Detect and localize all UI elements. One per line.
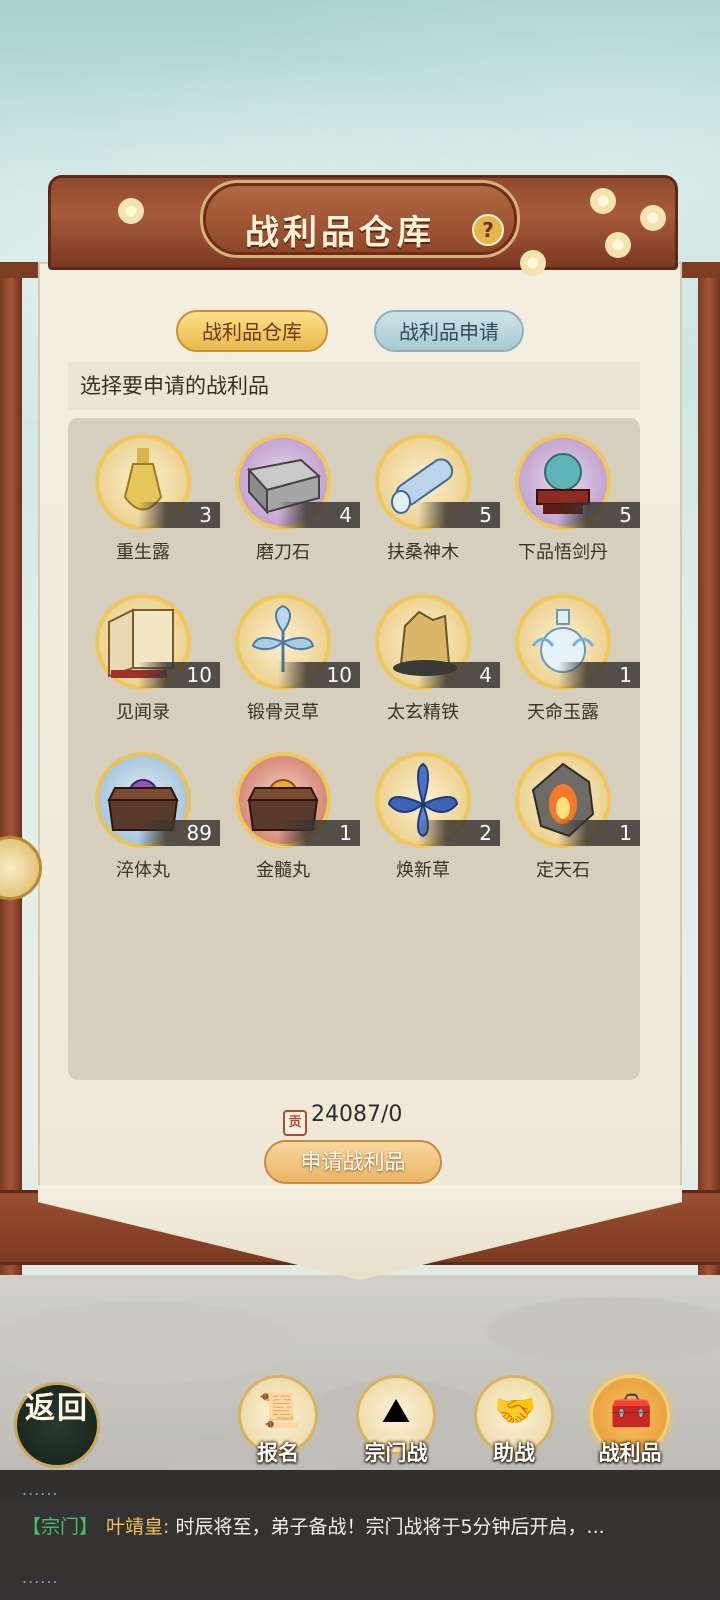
contribution-balance: 贡 24087/0 [283,1098,443,1136]
scroll-brush-icon: 📜 [258,1391,301,1431]
plum-blossom-icon [118,198,144,224]
item-slot[interactable]: 5 下品悟剑丹 [488,420,640,570]
select-prompt: 选择要申请的战利品 [68,362,640,410]
item-name: 扶桑神木 [387,542,459,563]
item-slot[interactable]: 4 太玄精铁 [348,580,500,730]
item-name: 太玄精铁 [387,702,459,723]
item-name: 淬体丸 [116,860,170,881]
chat-speaker: 叶靖皇: [106,1516,170,1538]
handshake-icon: 🤝 [494,1391,537,1431]
item-slot[interactable]: 4 磨刀石 [208,420,360,570]
balance-value: 24087/0 [311,1102,403,1127]
nav-label: 宗门战 [364,1441,428,1465]
item-name: 定天石 [536,860,590,881]
item-name: 金髓丸 [256,860,310,881]
frame-post-left [0,265,22,1275]
chat-channel: 【宗门】 [22,1516,99,1538]
item-slot[interactable]: 89 淬体丸 [68,738,220,888]
item-slot[interactable]: 1 金髓丸 [208,738,360,888]
nav-label: 战利品 [598,1441,662,1465]
item-name: 天命玉露 [527,702,599,723]
item-count: 1 [558,820,640,846]
item-name: 下品悟剑丹 [518,542,608,563]
tab-loot-warehouse[interactable]: 战利品仓库 [176,310,328,352]
token-icon: 贡 [283,1110,307,1136]
treasure-chest-icon: 🧰 [610,1391,653,1431]
plum-blossom-icon [640,205,666,231]
item-slot[interactable]: 10 见闻录 [68,580,220,730]
item-slot[interactable]: 5 扶桑神木 [348,420,500,570]
item-slot[interactable]: 10 锻骨灵草 [208,580,360,730]
item-slot[interactable]: 3 重生露 [68,420,220,570]
item-slot[interactable]: 1 定天石 [488,738,640,888]
question-mark-icon[interactable]: ? [472,214,504,246]
plum-blossom-icon [605,232,631,258]
nav-signup-button[interactable]: 📜 报名 [232,1375,324,1467]
item-count: 5 [558,502,640,528]
item-name: 焕新草 [396,860,450,881]
nav-label: 报名 [257,1441,299,1465]
nav-label: 助战 [493,1441,535,1465]
back-button[interactable]: 返回 [14,1382,100,1468]
side-menu-icon[interactable] [0,836,42,900]
item-name: 重生露 [116,542,170,563]
item-slot[interactable]: 1 天命玉露 [488,580,640,730]
nav-loot-button[interactable]: 🧰 战利品 [584,1375,676,1467]
item-name: 磨刀石 [256,542,310,563]
plum-blossom-icon [590,188,616,214]
chat-dots: ...... [22,1568,59,1587]
item-name: 锻骨灵草 [247,702,319,723]
tab-loot-application[interactable]: 战利品申请 [374,310,524,352]
item-name: 见闻录 [116,702,170,723]
chat-message: 【宗门】 叶靖皇: 时辰将至，弟子备战！宗门战将于5分钟后开启，... [22,1510,712,1544]
nav-sect-war-button[interactable]: ⛰ 宗门战 [350,1375,442,1467]
mountain-flag-icon: ⛰ [381,1391,411,1431]
item-count: 1 [558,662,640,688]
page-title: 战利品仓库 [245,213,435,253]
chat-text: 时辰将至，弟子备战！宗门战将于5分钟后开启，... [175,1516,605,1538]
apply-loot-button[interactable]: 申请战利品 [264,1140,442,1184]
plum-blossom-icon [520,250,546,276]
nav-assist-button[interactable]: 🤝 助战 [468,1375,560,1467]
chat-bar[interactable]: ...... 【宗门】 叶靖皇: 时辰将至，弟子备战！宗门战将于5分钟后开启，..… [0,1470,720,1600]
frame-post-right [698,265,720,1275]
chat-dots: ...... [22,1480,59,1499]
item-slot[interactable]: 2 焕新草 [348,738,500,888]
